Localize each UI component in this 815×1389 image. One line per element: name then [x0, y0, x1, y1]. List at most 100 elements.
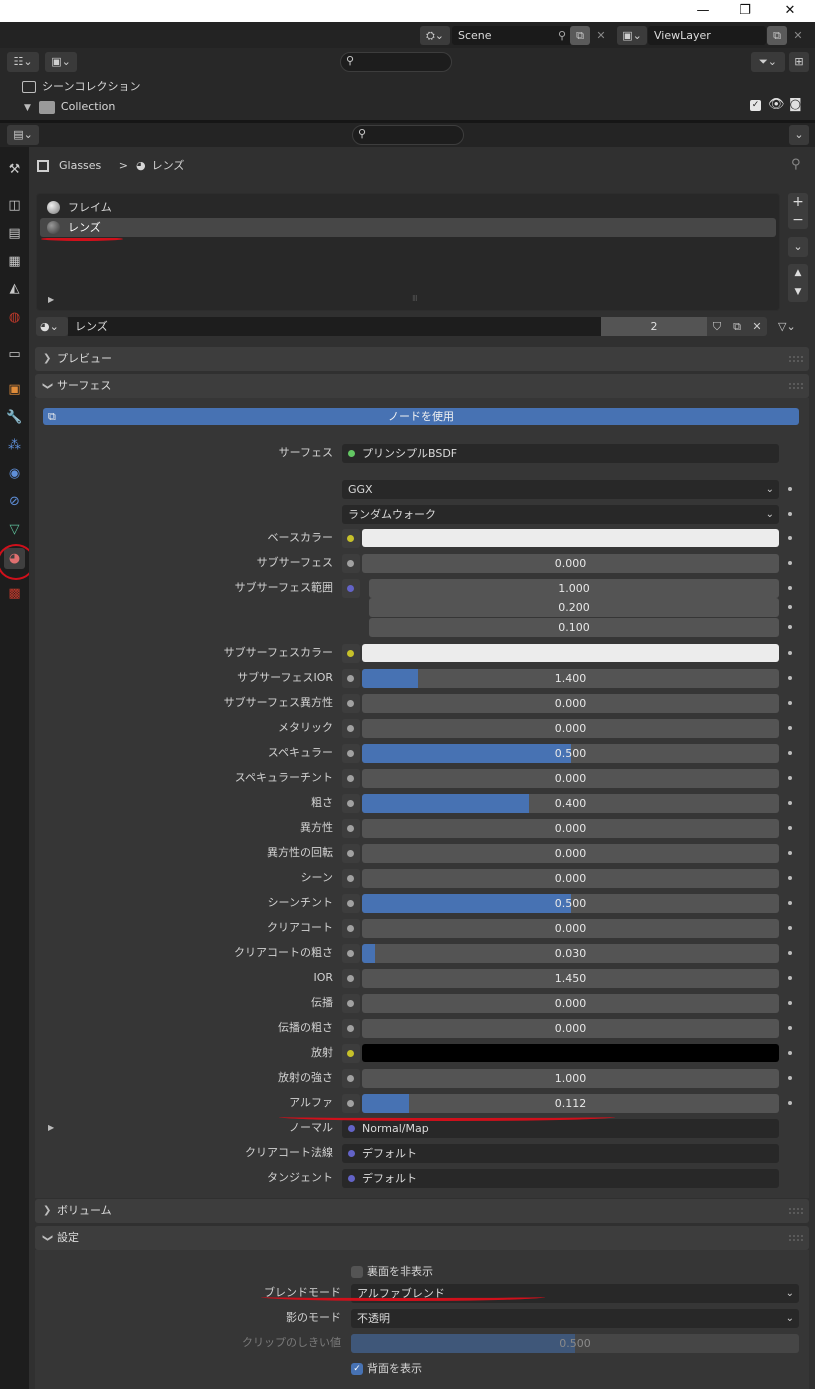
base-color-color-swatch[interactable] [362, 529, 779, 547]
subsurface-method-dropdown[interactable]: ランダムウォーク ⌄ [342, 505, 779, 524]
ior-socket-button[interactable] [342, 969, 360, 988]
emission-color-swatch[interactable] [362, 1044, 779, 1062]
keyframe-dot[interactable] [788, 976, 792, 980]
view-layer-tab-icon[interactable]: ▦ [4, 251, 25, 272]
collection-tab-icon[interactable]: ▭ [4, 344, 25, 365]
aniso-rotation-socket-button[interactable] [342, 844, 360, 863]
add-slot-icon[interactable]: + [788, 193, 808, 211]
subsurface-ior-socket-button[interactable] [342, 669, 360, 688]
close-button[interactable]: ✕ [770, 1, 810, 21]
data-tab-icon[interactable]: ▽ [4, 519, 25, 540]
settings-panel-header[interactable]: ❯ 設定 [35, 1226, 809, 1250]
keyframe-dot[interactable] [788, 586, 792, 590]
emission-socket-button[interactable] [342, 1044, 360, 1063]
alpha-slider[interactable]: 0.112 [362, 1094, 779, 1113]
outliner-search-input[interactable]: ⚲ [340, 52, 452, 72]
physics-tab-icon[interactable]: ◉ [4, 463, 25, 484]
keyframe-dot[interactable] [788, 1101, 792, 1105]
expand-arrow-icon[interactable]: ▶ [48, 1123, 54, 1132]
transmission-roughness-socket-button[interactable] [342, 1019, 360, 1038]
keyframe-dot[interactable] [788, 561, 792, 565]
distribution-dropdown[interactable]: GGX ⌄ [342, 480, 779, 499]
radius-2-slider[interactable]: 0.200 [369, 598, 779, 617]
fake-user-icon[interactable]: ⛉ [707, 317, 727, 336]
collection-row[interactable]: ▼ Collection [24, 97, 115, 117]
keyframe-dot[interactable] [788, 751, 792, 755]
keyframe-dot[interactable] [788, 1051, 792, 1055]
keyframe-dot[interactable] [788, 726, 792, 730]
specular-tint-socket-button[interactable] [342, 769, 360, 788]
pin-icon[interactable]: ⚲ [558, 26, 566, 45]
texture-tab-icon[interactable]: ▩ [4, 583, 25, 604]
clearcoat-slider[interactable]: 0.000 [362, 919, 779, 938]
subsurface-socket-button[interactable] [342, 554, 360, 573]
scene-collection-row[interactable]: シーンコレクション [22, 77, 140, 97]
keyframe-dot[interactable] [788, 536, 792, 540]
keyframe-dot[interactable] [788, 926, 792, 930]
sheen-tint-slider[interactable]: 0.500 [362, 894, 779, 913]
radius-3-slider[interactable]: 0.100 [369, 618, 779, 637]
subsurface-color-socket-button[interactable] [342, 644, 360, 663]
slot-specials-icon[interactable]: ⌄ [788, 237, 808, 257]
metallic-socket-button[interactable] [342, 719, 360, 738]
roughness-socket-button[interactable] [342, 794, 360, 813]
metallic-slider[interactable]: 0.000 [362, 719, 779, 738]
subsurface-ior-slider[interactable]: 1.400 [362, 669, 779, 688]
keyframe-dot[interactable] [788, 951, 792, 955]
drag-grip-icon[interactable] [789, 1208, 803, 1214]
view-layer-icon[interactable]: ▣⌄ [617, 26, 647, 45]
base-color-socket-button[interactable] [342, 529, 360, 548]
properties-editor-type-icon[interactable]: ▤⌄ [7, 125, 39, 145]
anisotropic-slider[interactable]: 0.000 [362, 819, 779, 838]
keyframe-dot[interactable] [788, 1026, 792, 1030]
delete-view-layer-icon[interactable]: ✕ [789, 26, 807, 45]
render-tab-icon[interactable]: ◫ [4, 195, 25, 216]
sheen-tint-socket-button[interactable] [342, 894, 360, 913]
drag-grip-icon[interactable] [789, 356, 803, 362]
remove-slot-icon[interactable]: − [788, 211, 808, 229]
subsurface-aniso-socket-button[interactable] [342, 694, 360, 713]
use-nodes-button[interactable]: ⧉ ノードを使用 [43, 408, 799, 425]
drag-grip-icon[interactable] [789, 383, 803, 389]
new-view-layer-icon[interactable]: ⧉ [767, 26, 787, 45]
modifier-tab-icon[interactable]: 🔧 [4, 407, 25, 428]
specular-socket-button[interactable] [342, 744, 360, 763]
material-users-count[interactable]: 2 [601, 317, 707, 336]
show-backface-checkbox[interactable]: ✓ 背面を表示 [351, 1359, 422, 1378]
keyframe-dot[interactable] [788, 901, 792, 905]
exclude-checkbox[interactable]: ✓ [750, 100, 761, 111]
subsurface-radius-slider[interactable]: 1.000 [369, 579, 779, 598]
subsurface-aniso-slider[interactable]: 0.000 [362, 694, 779, 713]
keyframe-dot[interactable] [788, 701, 792, 705]
keyframe-dot[interactable] [788, 512, 792, 516]
eye-icon[interactable]: 👁 [768, 97, 785, 112]
constraints-tab-icon[interactable]: ⊘ [4, 491, 25, 512]
specular-tint-slider[interactable]: 0.000 [362, 769, 779, 788]
filter-toggle-icon[interactable]: ▶ [48, 295, 54, 304]
editor-type-icon[interactable]: ☷⌄ [7, 52, 39, 72]
normal-input-link[interactable]: Normal/Map [342, 1119, 779, 1138]
material-slot-item-selected[interactable]: レンズ [40, 218, 776, 237]
filter-icon[interactable]: ⏷⌄ [751, 52, 785, 72]
sheen-slider[interactable]: 0.000 [362, 869, 779, 888]
clearcoat-socket-button[interactable] [342, 919, 360, 938]
clip-threshold-slider[interactable]: 0.500 [351, 1334, 799, 1353]
anisotropic-socket-button[interactable] [342, 819, 360, 838]
material-slot-item[interactable]: フレイム [40, 198, 776, 217]
roughness-slider[interactable]: 0.400 [362, 794, 779, 813]
transmission-roughness-slider[interactable]: 0.000 [362, 1019, 779, 1038]
properties-search-input[interactable]: ⚲ [352, 125, 464, 145]
specular-slider[interactable]: 0.500 [362, 744, 779, 763]
drag-grip-icon[interactable] [789, 1235, 803, 1241]
object-tab-icon[interactable]: ▣ [4, 379, 25, 400]
clearcoat-roughness-socket-button[interactable] [342, 944, 360, 963]
emission-strength-slider[interactable]: 1.000 [362, 1069, 779, 1088]
volume-panel-header[interactable]: ❯ ボリューム [35, 1199, 809, 1223]
keyframe-dot[interactable] [788, 851, 792, 855]
display-mode-icon[interactable]: ▣⌄ [45, 52, 77, 72]
options-chevron-icon[interactable]: ⌄ [789, 125, 809, 145]
scene-tab-icon[interactable]: ◭ [4, 278, 25, 299]
keyframe-dot[interactable] [788, 1001, 792, 1005]
delete-scene-icon[interactable]: ✕ [592, 26, 610, 45]
surface-shader-selector[interactable]: プリンシプルBSDF [342, 444, 779, 463]
